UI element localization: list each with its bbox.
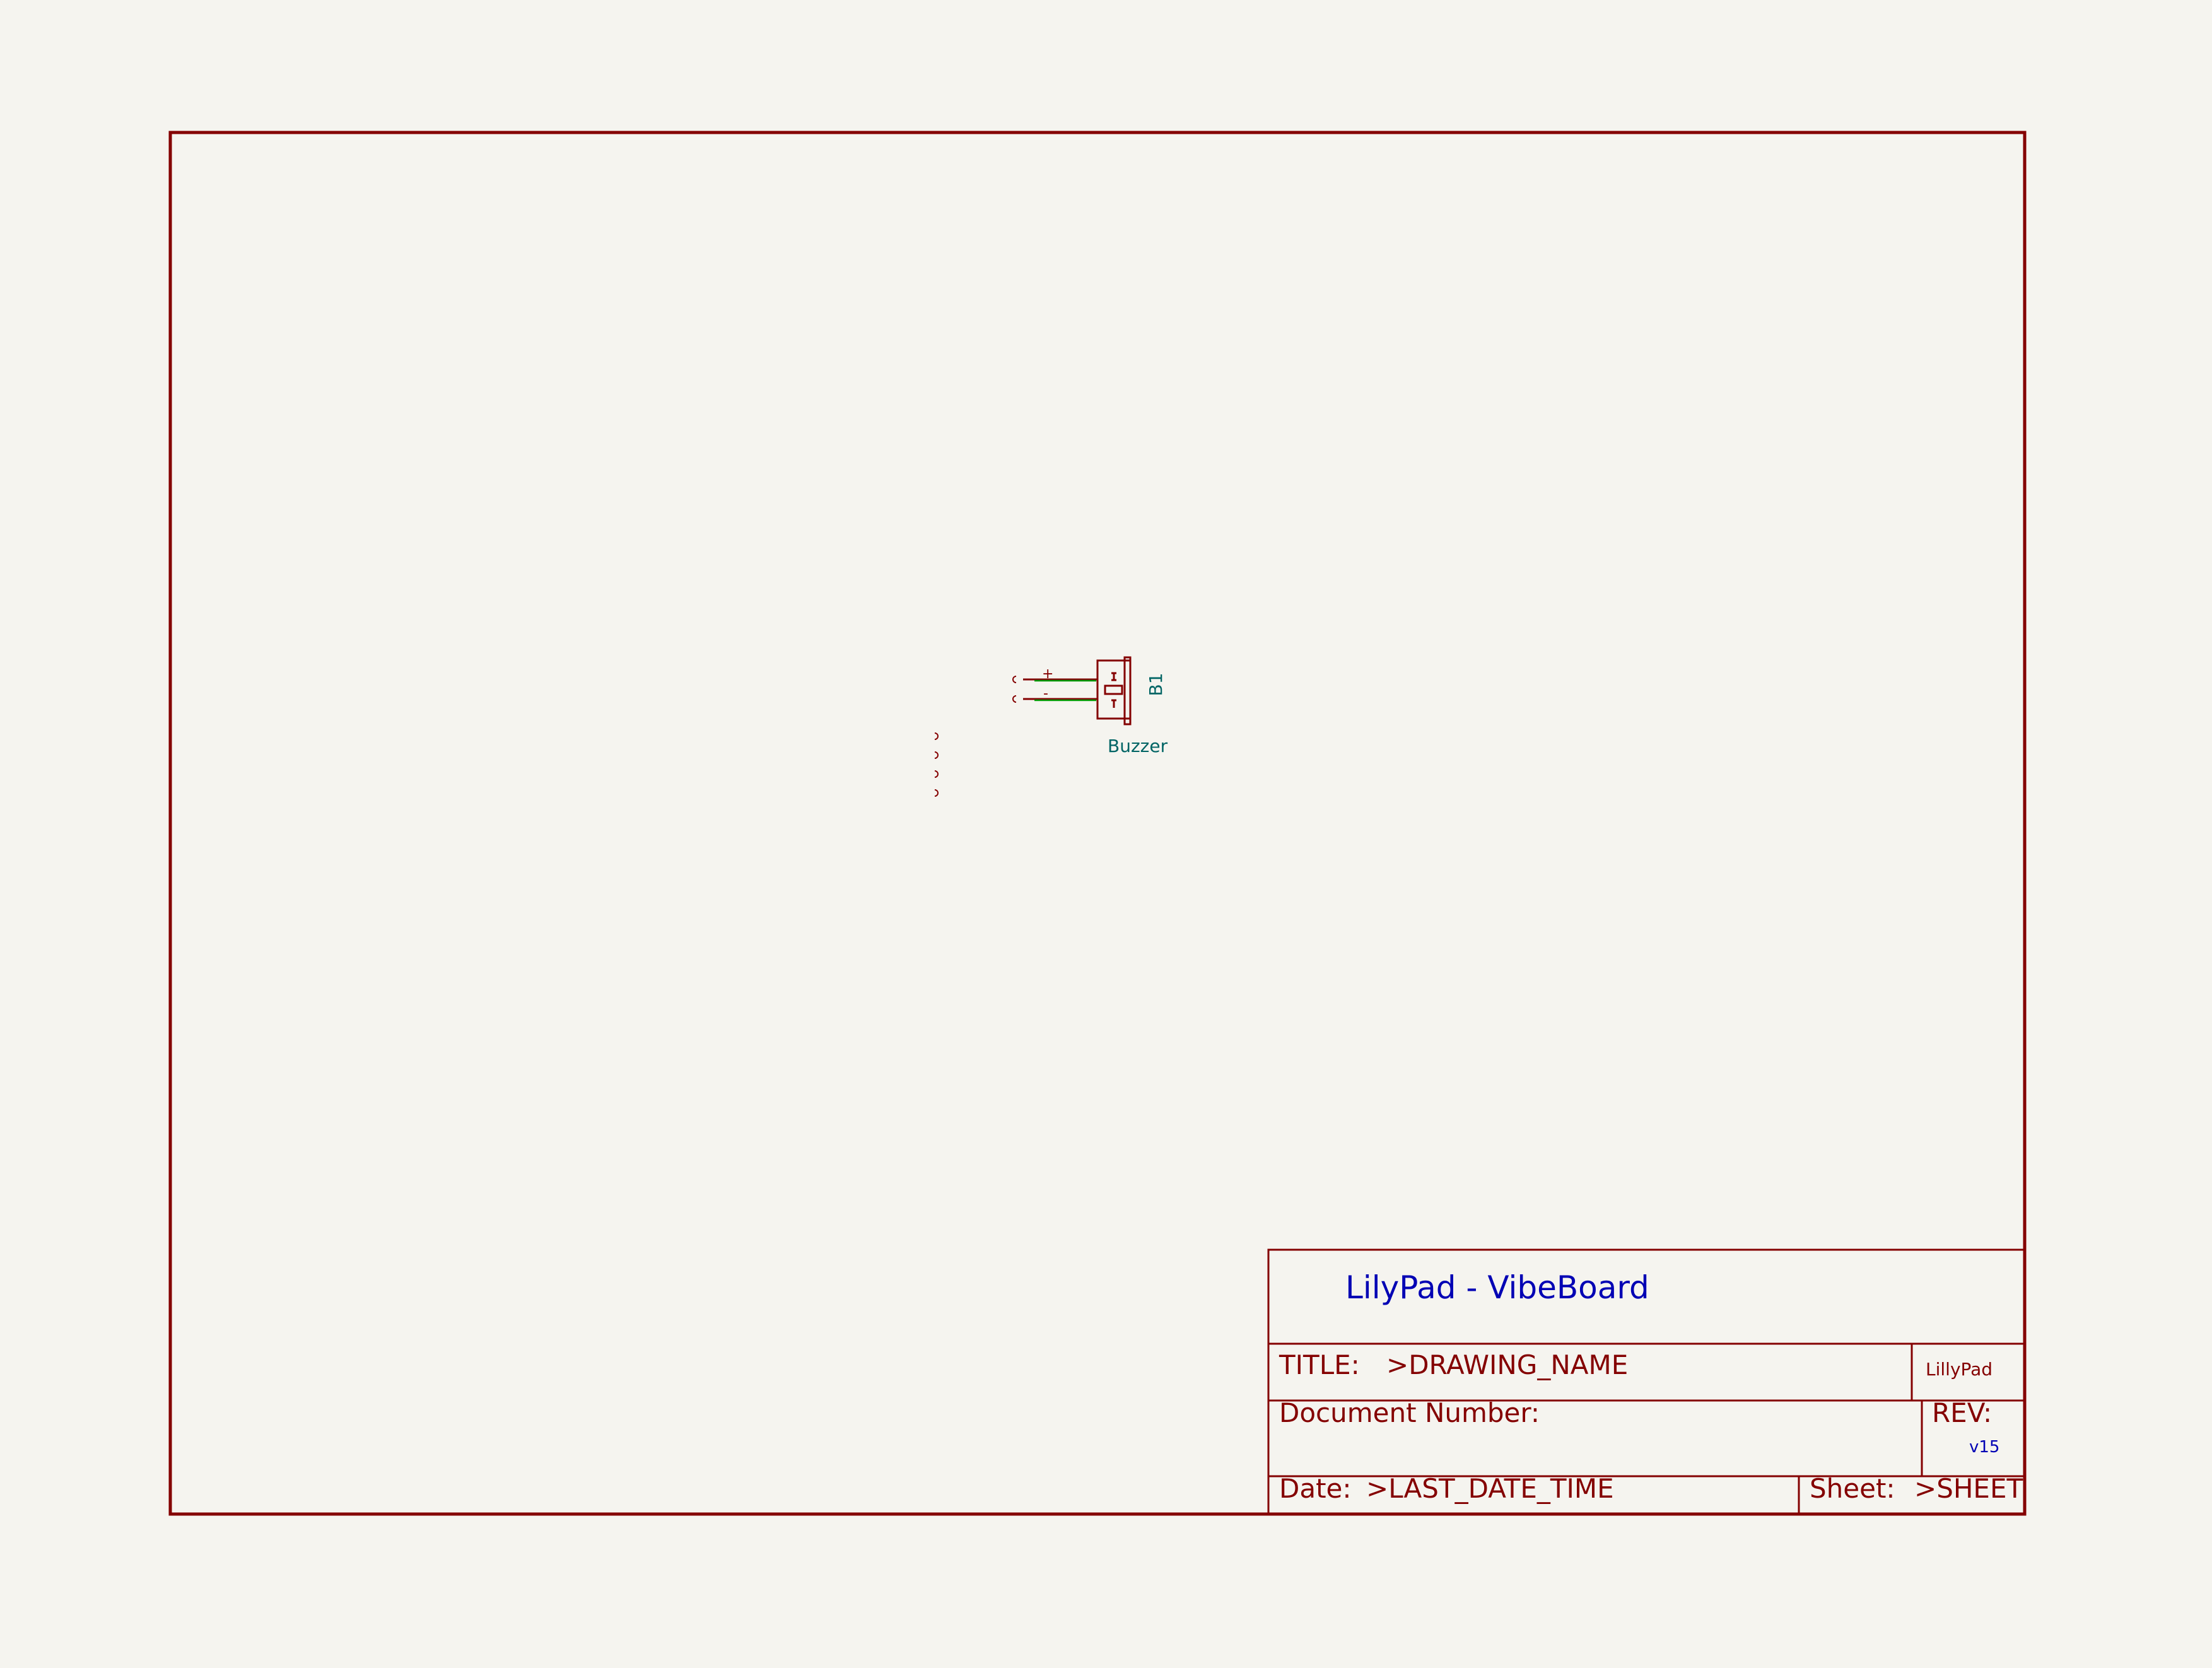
pin-marker bbox=[934, 732, 939, 740]
rev-value: v15 bbox=[1969, 1438, 1999, 1457]
connector-stub bbox=[1012, 676, 1017, 683]
component-value: Buzzer bbox=[1108, 736, 1168, 756]
pin-minus-label: - bbox=[1043, 686, 1048, 702]
connector-stub bbox=[1012, 695, 1017, 703]
pin-marker bbox=[934, 751, 939, 759]
date-value: >LAST_DATE_TIME bbox=[1366, 1473, 1614, 1504]
pin-marker bbox=[934, 789, 939, 797]
unconnected-pins bbox=[934, 732, 939, 797]
piezo-element bbox=[1104, 684, 1123, 695]
date-label: Date: bbox=[1279, 1473, 1352, 1504]
rev-label: REV: bbox=[1932, 1397, 1992, 1428]
schematic-sheet: LilyPad - VibeBoard TITLE: >DRAWING_NAME… bbox=[168, 131, 2027, 1516]
logo-text: LillyPad bbox=[1926, 1359, 1993, 1380]
sheet-label: Sheet: bbox=[1810, 1473, 1895, 1504]
buzzer-plate bbox=[1123, 656, 1132, 725]
drawing-frame bbox=[168, 131, 2027, 1516]
company-name: LilyPad - VibeBoard bbox=[1345, 1269, 1649, 1306]
document-number-label: Document Number: bbox=[1279, 1397, 1540, 1428]
title-label: TITLE: bbox=[1279, 1349, 1360, 1380]
pin-plus-label: + bbox=[1042, 666, 1053, 682]
pin-marker bbox=[934, 770, 939, 778]
buzzer-component[interactable]: + - B1 Buzzer bbox=[1012, 656, 1168, 756]
title-block: LilyPad - VibeBoard TITLE: >DRAWING_NAME… bbox=[1267, 1248, 2026, 1515]
component-reference: B1 bbox=[1145, 672, 1166, 696]
title-value: >DRAWING_NAME bbox=[1386, 1349, 1628, 1380]
sheet-value: >SHEET bbox=[1914, 1473, 2023, 1504]
